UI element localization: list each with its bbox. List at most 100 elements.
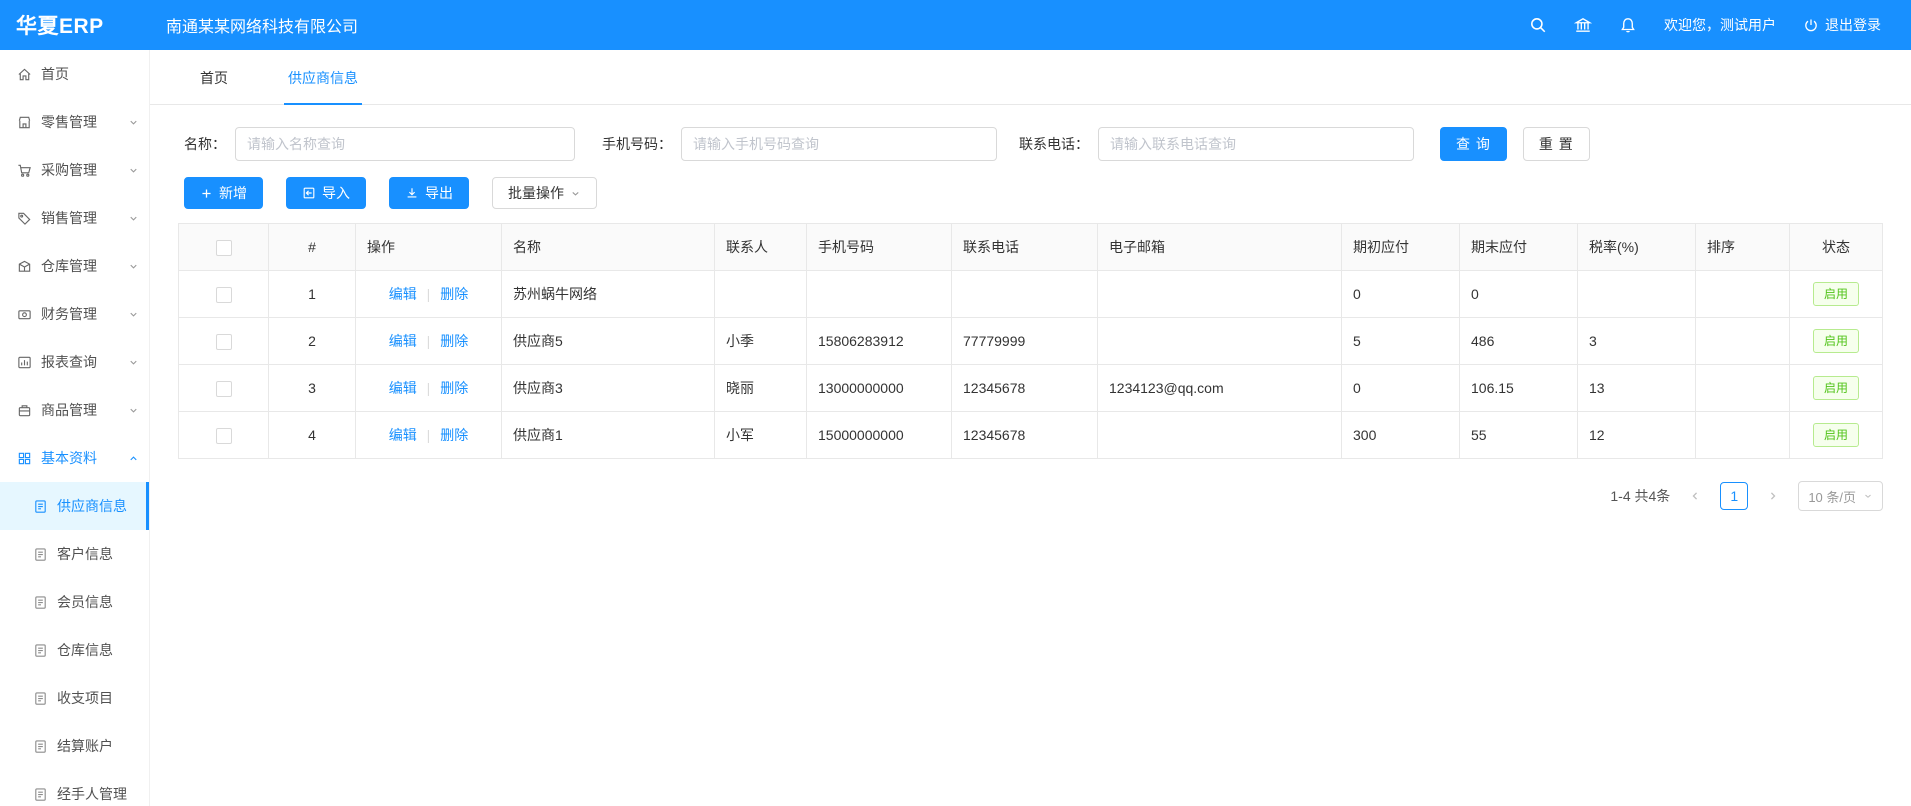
select-all-checkbox[interactable] <box>216 240 232 256</box>
filter-row: 名称： 手机号码： 联系电话： 查 询 重 置 <box>184 127 1911 161</box>
sidebar-item[interactable]: 零售管理 <box>0 98 149 146</box>
cell-contact: 小军 <box>715 412 807 459</box>
column-header: 期初应付 <box>1342 224 1460 271</box>
row-checkbox[interactable] <box>216 381 232 397</box>
row-checkbox[interactable] <box>216 287 232 303</box>
sidebar: 首页 零售管理 采购管理 销售管理 仓库 <box>0 50 150 806</box>
row-checkbox[interactable] <box>216 334 232 350</box>
sidebar-item-label: 采购管理 <box>41 160 97 180</box>
cell-status: 启用 <box>1790 412 1883 459</box>
sidebar-item[interactable]: 仓库管理 <box>0 242 149 290</box>
action-divider: | <box>427 427 431 443</box>
cell-end-payable: 486 <box>1460 318 1578 365</box>
sidebar-subitem[interactable]: 供应商信息 <box>0 482 149 530</box>
sidebar-item-label: 报表查询 <box>41 352 97 372</box>
cell-tax-rate <box>1578 271 1696 318</box>
query-button[interactable]: 查 询 <box>1440 127 1507 161</box>
row-actions: 编辑 | 删除 <box>356 318 502 365</box>
doc-icon <box>33 787 48 802</box>
column-header: 联系人 <box>715 224 807 271</box>
basic-icon <box>17 451 32 466</box>
sidebar-subitem-label: 供应商信息 <box>57 496 127 516</box>
sidebar-subitem[interactable]: 客户信息 <box>0 530 149 578</box>
table-row: 1 编辑 | 删除 苏州蜗牛网络 0 0 <box>179 271 1883 318</box>
reset-button[interactable]: 重 置 <box>1523 127 1590 161</box>
sidebar-item-label: 首页 <box>41 64 69 84</box>
doc-icon <box>33 691 48 706</box>
chevron-up-icon <box>128 453 139 464</box>
doc-icon <box>33 595 48 610</box>
search-icon[interactable] <box>1529 16 1547 34</box>
finance-icon <box>17 307 32 322</box>
sidebar-subitem[interactable]: 收支项目 <box>0 674 149 722</box>
sidebar-subitem[interactable]: 会员信息 <box>0 578 149 626</box>
sidebar-item[interactable]: 销售管理 <box>0 194 149 242</box>
delete-link[interactable]: 删除 <box>440 427 468 443</box>
cell-tel <box>952 271 1098 318</box>
edit-link[interactable]: 编辑 <box>389 427 417 443</box>
tab[interactable]: 供应商信息 <box>284 68 362 104</box>
sidebar-subitem[interactable]: 仓库信息 <box>0 626 149 674</box>
cell-mobile <box>807 271 952 318</box>
retail-icon <box>17 115 32 130</box>
supplier-table: #操作名称联系人手机号码联系电话电子邮箱期初应付期末应付税率(%)排序状态 1 … <box>178 223 1883 459</box>
tel-filter-input[interactable] <box>1098 127 1414 161</box>
sidebar-item[interactable]: 采购管理 <box>0 146 149 194</box>
name-filter-input[interactable] <box>235 127 575 161</box>
cell-contact: 小季 <box>715 318 807 365</box>
purchase-icon <box>17 163 32 178</box>
add-button[interactable]: 新增 <box>184 177 263 209</box>
sidebar-item[interactable]: 基本资料 <box>0 434 149 482</box>
column-header: # <box>269 224 356 271</box>
sidebar-subitem[interactable]: 经手人管理 <box>0 770 149 806</box>
bell-icon[interactable] <box>1619 16 1637 34</box>
row-checkbox[interactable] <box>216 428 232 444</box>
delete-link[interactable]: 删除 <box>440 333 468 349</box>
cell-email <box>1098 318 1342 365</box>
chevron-left-icon <box>1690 491 1700 501</box>
doc-icon <box>33 547 48 562</box>
sidebar-item[interactable]: 首页 <box>0 50 149 98</box>
platform-icon[interactable] <box>1574 16 1592 34</box>
sidebar-item-label: 商品管理 <box>41 400 97 420</box>
plus-icon <box>200 187 213 200</box>
page-size-value: 10 条/页 <box>1808 487 1856 506</box>
edit-link[interactable]: 编辑 <box>389 333 417 349</box>
page-number-button[interactable]: 1 <box>1720 482 1748 510</box>
next-page-button[interactable] <box>1760 482 1786 510</box>
column-header: 电子邮箱 <box>1098 224 1342 271</box>
batch-actions-button[interactable]: 批量操作 <box>492 177 597 209</box>
cell-contact <box>715 271 807 318</box>
sidebar-item[interactable]: 商品管理 <box>0 386 149 434</box>
sidebar-subitem-label: 结算账户 <box>57 736 113 756</box>
export-button[interactable]: 导出 <box>389 177 469 209</box>
delete-link[interactable]: 删除 <box>440 380 468 396</box>
edit-link[interactable]: 编辑 <box>389 286 417 302</box>
sidebar-item[interactable]: 报表查询 <box>0 338 149 386</box>
column-header: 期末应付 <box>1460 224 1578 271</box>
logout-icon <box>1803 17 1819 33</box>
status-badge: 启用 <box>1813 329 1859 353</box>
chevron-down-icon <box>128 309 139 320</box>
pagination: 1-4 共4条 1 10 条/页 <box>150 481 1883 511</box>
table-row: 4 编辑 | 删除 供应商1 小军 15000000000 12345678 3… <box>179 412 1883 459</box>
sidebar-subitem-label: 客户信息 <box>57 544 113 564</box>
edit-link[interactable]: 编辑 <box>389 380 417 396</box>
status-badge: 启用 <box>1813 282 1859 306</box>
import-button[interactable]: 导入 <box>286 177 366 209</box>
mobile-filter-input[interactable] <box>681 127 997 161</box>
logout-button[interactable]: 退出登录 <box>1803 15 1881 35</box>
tel-filter-label: 联系电话： <box>1019 134 1089 154</box>
table-header-row: #操作名称联系人手机号码联系电话电子邮箱期初应付期末应付税率(%)排序状态 <box>179 224 1883 271</box>
cell-status: 启用 <box>1790 271 1883 318</box>
cell-mobile: 15000000000 <box>807 412 952 459</box>
cell-end-payable: 106.15 <box>1460 365 1578 412</box>
page-size-select[interactable]: 10 条/页 <box>1798 481 1883 511</box>
delete-link[interactable]: 删除 <box>440 286 468 302</box>
sidebar-subitem-label: 收支项目 <box>57 688 113 708</box>
sidebar-submenu: 供应商信息 客户信息 会员信息 仓库信息 <box>0 482 149 806</box>
sidebar-item[interactable]: 财务管理 <box>0 290 149 338</box>
sidebar-subitem[interactable]: 结算账户 <box>0 722 149 770</box>
tab[interactable]: 首页 <box>196 68 232 104</box>
prev-page-button[interactable] <box>1682 482 1708 510</box>
